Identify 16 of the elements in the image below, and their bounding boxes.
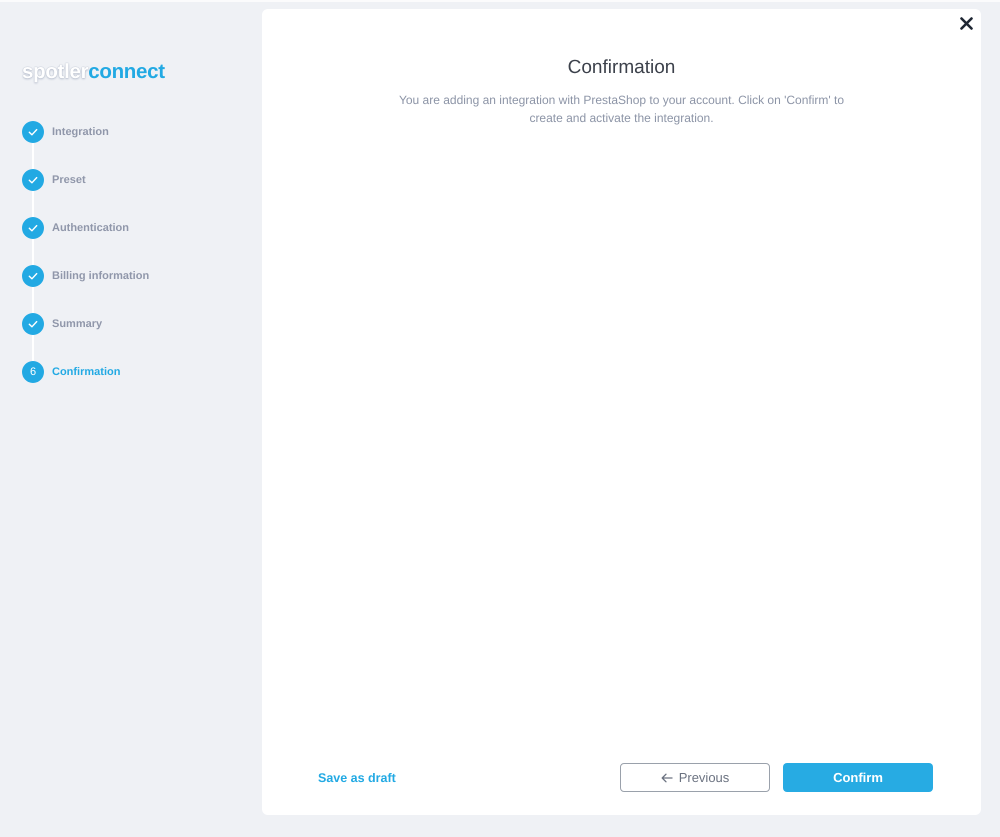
step-label[interactable]: Confirmation: [52, 361, 262, 383]
close-icon: [960, 17, 973, 30]
step-label[interactable]: Billing information: [52, 265, 262, 287]
step-label[interactable]: Integration: [52, 121, 262, 143]
confirm-button[interactable]: Confirm: [783, 763, 933, 792]
dialog-description: You are adding an integration with PrestaShop to your account. Click on 'Confirm' to create and activate the integration.: [398, 92, 846, 127]
step-label[interactable]: Summary: [52, 313, 262, 335]
logo: spotlerconnect: [22, 60, 165, 84]
dialog-title: Confirmation: [566, 56, 676, 80]
save-draft-link[interactable]: Save as draft: [318, 770, 396, 784]
close-button[interactable]: [960, 17, 973, 30]
arrow-left-icon: [660, 772, 673, 782]
step-label[interactable]: Preset: [52, 169, 262, 191]
step-label[interactable]: Authentication: [52, 217, 262, 239]
previous-button[interactable]: Previous: [620, 763, 770, 792]
step-number: 6: [22, 361, 44, 383]
